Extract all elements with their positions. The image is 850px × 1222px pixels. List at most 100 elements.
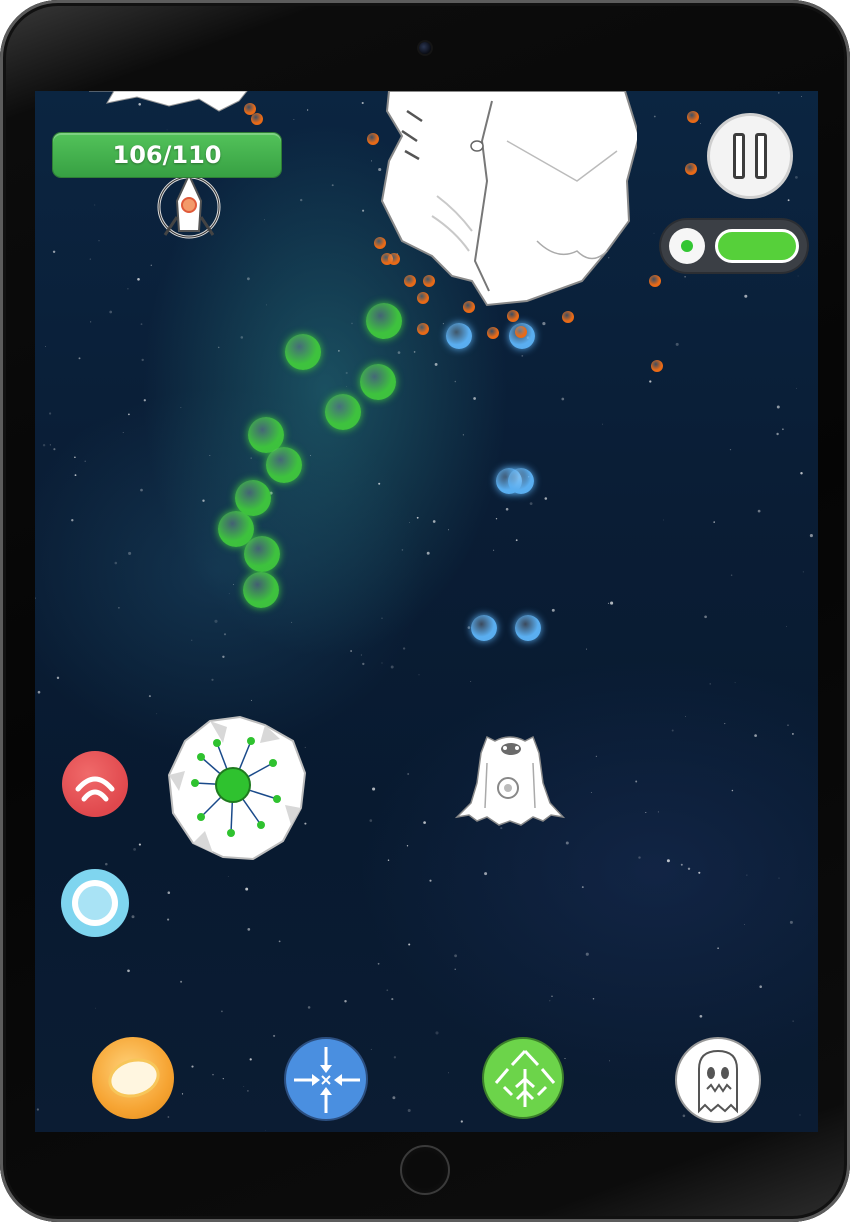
star — [36, 1108, 40, 1111]
star — [776, 432, 779, 436]
enemy-bullet — [266, 447, 302, 483]
star — [778, 92, 780, 94]
leaf-spread-button[interactable] — [482, 1037, 564, 1119]
star — [709, 683, 711, 685]
star — [657, 811, 659, 813]
pause-button[interactable] — [707, 113, 793, 199]
star — [802, 571, 804, 573]
star — [529, 502, 533, 505]
star — [460, 1120, 463, 1123]
star — [118, 606, 120, 609]
boss-creature — [380, 91, 637, 307]
game-screen[interactable]: 106/110 — [35, 91, 818, 1132]
star — [505, 507, 509, 511]
star — [418, 674, 420, 676]
star — [792, 1020, 794, 1022]
star — [607, 602, 610, 604]
tablet-frame: 106/110 — [0, 0, 850, 1222]
star — [787, 724, 789, 726]
star — [370, 1048, 372, 1050]
star — [190, 639, 193, 642]
star — [74, 474, 77, 477]
star — [42, 443, 46, 447]
star — [590, 792, 592, 793]
star — [143, 399, 146, 402]
shockwave-button[interactable] — [62, 751, 128, 817]
star — [432, 520, 436, 523]
star — [454, 968, 456, 970]
star — [585, 952, 589, 956]
star — [228, 593, 230, 595]
star — [273, 1034, 276, 1037]
debris-particle — [507, 310, 519, 322]
star — [233, 584, 234, 586]
implode-button[interactable] — [284, 1037, 368, 1121]
star — [785, 626, 787, 627]
star — [653, 115, 656, 118]
star — [653, 232, 655, 234]
star — [222, 655, 225, 658]
star — [731, 789, 734, 792]
star — [84, 460, 86, 462]
star — [138, 843, 141, 846]
star — [362, 662, 365, 666]
star — [250, 699, 252, 701]
star — [454, 954, 457, 958]
star — [94, 1007, 96, 1009]
star — [724, 723, 726, 725]
star — [645, 811, 647, 814]
enemy-bullet — [243, 572, 279, 608]
star — [744, 294, 748, 298]
star — [300, 198, 303, 202]
star — [291, 621, 293, 623]
home-button[interactable] — [400, 1145, 450, 1195]
star — [105, 862, 108, 866]
star — [408, 522, 410, 524]
debris-particle — [388, 253, 400, 265]
debris-particle — [515, 326, 527, 338]
star — [344, 999, 347, 1003]
star — [448, 1072, 449, 1074]
star — [434, 362, 438, 366]
star — [167, 918, 170, 921]
star — [180, 980, 183, 983]
star — [78, 357, 81, 360]
star — [473, 397, 476, 400]
star — [699, 123, 701, 124]
star — [809, 534, 813, 538]
star — [663, 519, 664, 521]
star — [331, 184, 334, 187]
star — [166, 129, 168, 131]
enemy-bullet — [285, 334, 321, 370]
star — [71, 519, 74, 522]
egg-bomb-button[interactable] — [92, 1037, 174, 1119]
star — [90, 321, 92, 323]
star — [561, 397, 565, 401]
ghost-button[interactable] — [675, 1037, 761, 1123]
enemy-bullet — [360, 364, 396, 400]
enemy-bullet — [244, 536, 280, 572]
star — [551, 995, 553, 997]
star — [442, 323, 444, 325]
star — [227, 876, 229, 877]
star — [209, 454, 211, 457]
star — [114, 561, 118, 565]
star — [137, 277, 140, 281]
star — [635, 780, 638, 783]
star — [307, 1006, 311, 1009]
star — [757, 509, 761, 513]
inward-arrows-icon — [294, 1047, 360, 1113]
star — [649, 380, 652, 383]
star — [351, 322, 353, 325]
star — [680, 863, 683, 866]
star — [212, 1073, 214, 1076]
debris-particle — [487, 327, 499, 339]
star — [386, 989, 389, 992]
star — [387, 859, 390, 861]
shield-button[interactable] — [61, 869, 129, 937]
star — [406, 845, 409, 847]
star — [378, 482, 381, 485]
star — [98, 240, 100, 242]
player-ship[interactable] — [455, 733, 565, 828]
star — [687, 867, 691, 870]
